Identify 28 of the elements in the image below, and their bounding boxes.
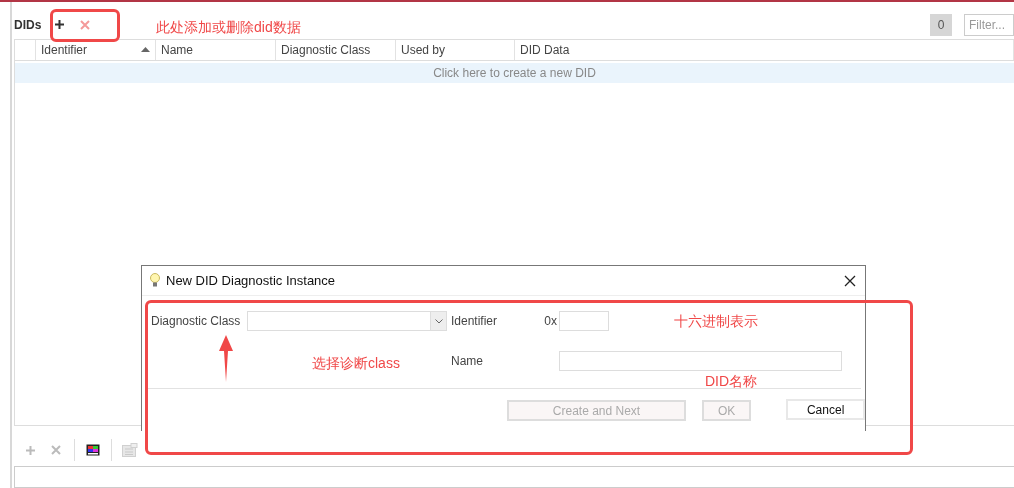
annotation-text: 选择诊断class <box>312 355 400 373</box>
column-header[interactable]: Identifier <box>36 39 156 60</box>
name-field[interactable] <box>559 351 842 371</box>
panel-title: DIDs <box>14 17 42 32</box>
close-icon[interactable] <box>843 273 857 288</box>
identifier-field[interactable] <box>559 311 609 331</box>
column-header[interactable]: DID Data <box>515 39 1014 60</box>
field-label: Diagnostic Class <box>151 314 242 328</box>
hex-prefix: 0x <box>544 314 557 328</box>
field-label: Identifier <box>451 314 499 328</box>
dialog-button[interactable]: Cancel <box>786 399 865 420</box>
dialog-title: New DID Diagnostic Instance <box>166 273 336 288</box>
chevron-down-icon <box>434 318 443 324</box>
annotation-text: 此处添加或删除did数据 <box>156 19 301 37</box>
column-header[interactable]: Name <box>156 39 276 60</box>
text-field[interactable] <box>14 466 1014 488</box>
filter-field[interactable]: Filter... <box>964 13 1014 36</box>
lightbulb-icon <box>150 273 160 288</box>
annotation-text: 十六进制表示 <box>674 313 758 331</box>
field-label: Name <box>451 354 484 368</box>
highlight-frame <box>50 9 120 42</box>
annotation-text: DID名称 <box>705 373 758 391</box>
color-grid-icon[interactable] <box>85 442 101 459</box>
column-header[interactable]: Used by <box>396 39 515 60</box>
count-badge: 0 <box>930 13 952 36</box>
column-header[interactable]: Diagnostic Class <box>276 39 396 60</box>
sort-ascending-icon <box>141 47 150 53</box>
diagnostic-class-dropdown[interactable] <box>247 311 447 331</box>
